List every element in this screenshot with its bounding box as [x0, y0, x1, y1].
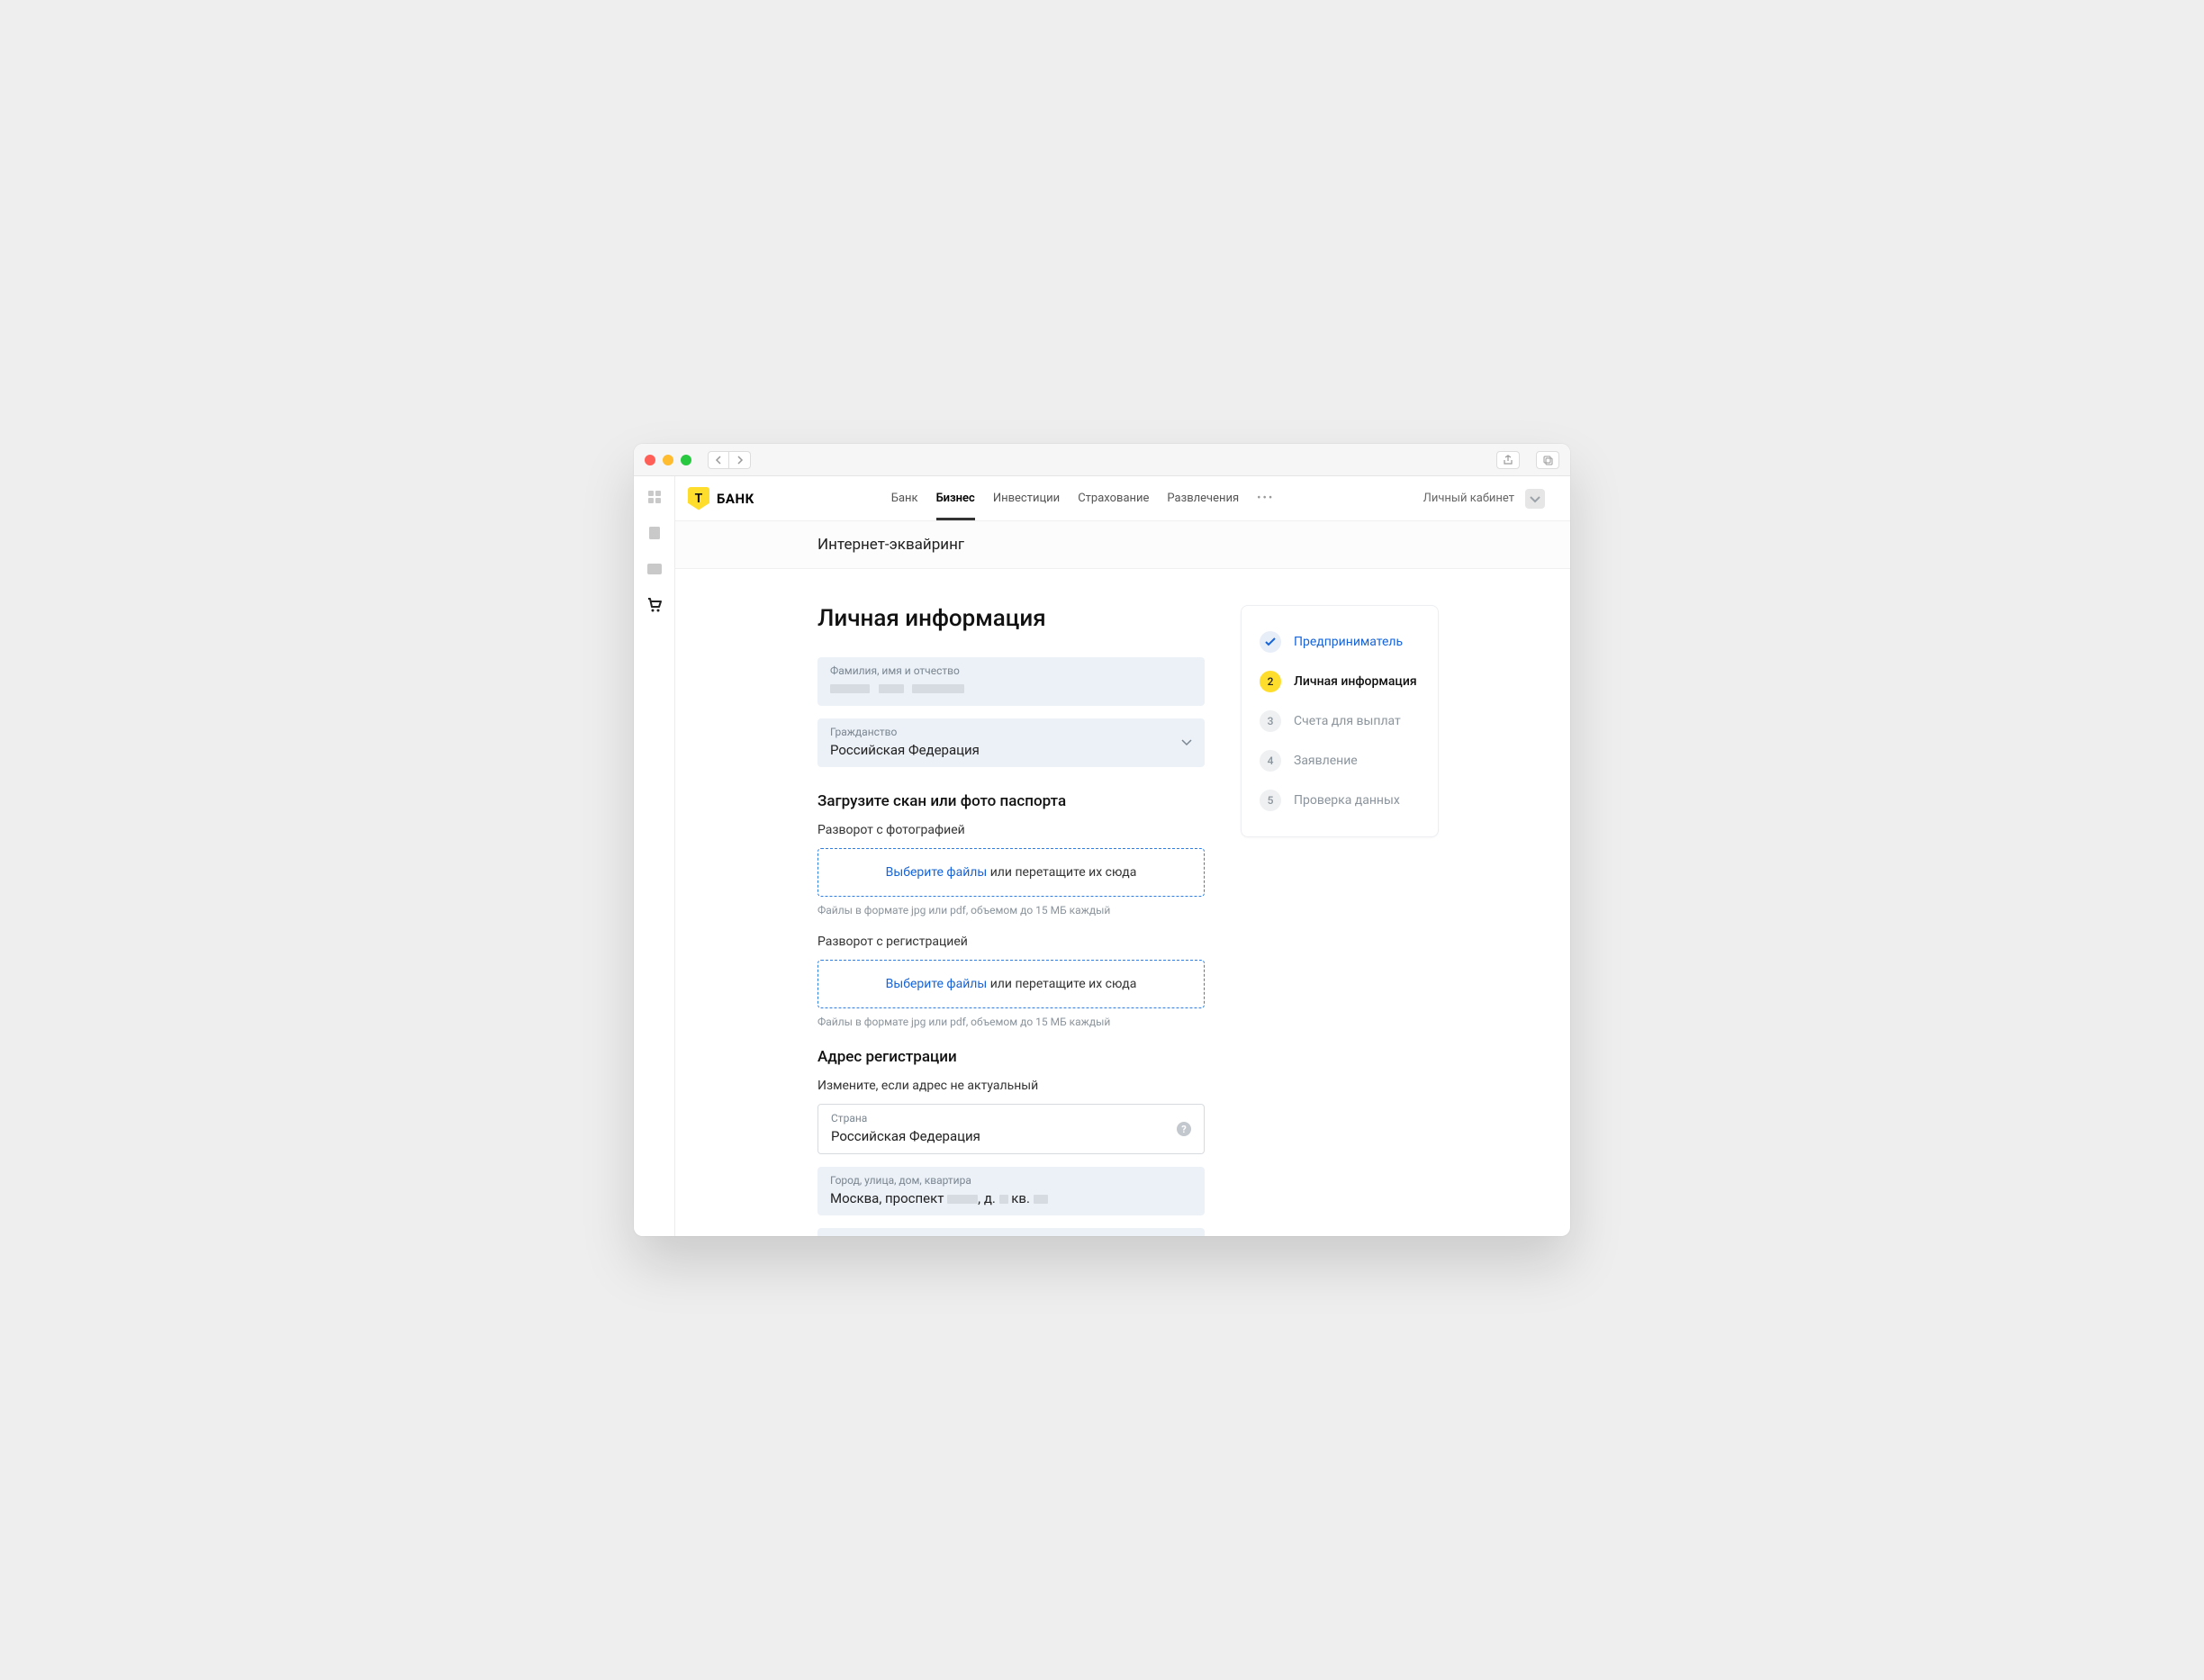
upload-photo-label: Разворот с фотографией: [817, 823, 1205, 837]
step-accounts[interactable]: 3 Счета для выплат: [1260, 701, 1420, 741]
upload-photo-dropzone[interactable]: Выберите файлы или перетащите их сюда: [817, 848, 1205, 897]
window-titlebar: [634, 444, 1570, 476]
step-done-icon: [1260, 631, 1281, 653]
address-section-title: Адрес регистрации: [817, 1048, 1205, 1066]
upload-reg-label: Разворот с регистрацией: [817, 935, 1205, 949]
index-label: Индекс: [830, 1235, 1192, 1236]
upload-reg-hint: Файлы в формате jpg или pdf, объемом до …: [817, 1016, 1205, 1028]
address-subtext: Измените, если адрес не актуальный: [817, 1079, 1205, 1093]
upload-reg-link: Выберите файлы: [886, 977, 988, 991]
country-value: Российская Федерация: [831, 1128, 980, 1144]
upload-photo-link: Выберите файлы: [886, 865, 988, 880]
forward-button[interactable]: [729, 451, 751, 469]
account-link[interactable]: Личный кабинет: [1423, 492, 1514, 505]
left-sidebar: [634, 476, 675, 1236]
page-title: Личная информация: [817, 605, 1205, 632]
logo-shield-icon: Т: [688, 487, 709, 510]
citizenship-select[interactable]: Гражданство Российская Федерация: [817, 718, 1205, 767]
upload-reg-dropzone[interactable]: Выберите файлы или перетащите их сюда: [817, 960, 1205, 1008]
tab-entertainment[interactable]: Развлечения: [1167, 477, 1239, 520]
fio-label: Фамилия, имя и отчество: [830, 664, 1192, 677]
tab-bank[interactable]: Банк: [891, 477, 918, 520]
chevron-down-icon: [1181, 739, 1192, 746]
step-application[interactable]: 4 Заявление: [1260, 741, 1420, 781]
upload-photo-hint: Файлы в формате jpg или pdf, объемом до …: [817, 904, 1205, 917]
index-field[interactable]: Индекс 120004: [817, 1228, 1205, 1236]
browser-nav-buttons: [708, 451, 751, 469]
browser-window: Т БАНК Банк Бизнес Инвестиции Страховани…: [634, 444, 1570, 1236]
upload-section-title: Загрузите скан или фото паспорта: [817, 792, 1205, 810]
window-controls: [645, 455, 691, 465]
tab-insurance[interactable]: Страхование: [1078, 477, 1149, 520]
street-label: Город, улица, дом, квартира: [830, 1174, 1192, 1187]
share-button[interactable]: [1496, 451, 1520, 469]
calculator-icon[interactable]: [646, 525, 663, 541]
back-button[interactable]: [708, 451, 729, 469]
dashboard-icon[interactable]: [646, 489, 663, 505]
country-label: Страна: [831, 1112, 1191, 1125]
main-tabs: Банк Бизнес Инвестиции Страхование Развл…: [891, 477, 1275, 520]
tab-business[interactable]: Бизнес: [936, 477, 975, 520]
cart-icon[interactable]: [646, 597, 663, 613]
step-verification[interactable]: 5 Проверка данных: [1260, 781, 1420, 820]
street-value: Москва, проспект , д. кв.: [830, 1190, 1048, 1206]
citizenship-label: Гражданство: [830, 726, 1192, 738]
user-menu-icon[interactable]: [1525, 489, 1545, 509]
street-field[interactable]: Город, улица, дом, квартира Москва, прос…: [817, 1167, 1205, 1215]
country-field[interactable]: Страна Российская Федерация ?: [817, 1104, 1205, 1154]
breadcrumb-subheader: Интернет-эквайринг: [675, 521, 1570, 569]
tab-investments[interactable]: Инвестиции: [993, 477, 1060, 520]
close-window-icon[interactable]: [645, 455, 655, 465]
fio-value: [830, 681, 970, 697]
site-header: Т БАНК Банк Бизнес Инвестиции Страховани…: [675, 476, 1570, 521]
step-personal-info[interactable]: 2 Личная информация: [1260, 662, 1420, 701]
step-entrepreneur[interactable]: Предприниматель: [1260, 622, 1420, 662]
logo-text: БАНК: [717, 491, 754, 507]
help-icon[interactable]: ?: [1177, 1122, 1191, 1136]
maximize-window-icon[interactable]: [681, 455, 691, 465]
citizenship-value: Российская Федерация: [830, 742, 980, 758]
wallet-icon[interactable]: [646, 561, 663, 577]
fio-field[interactable]: Фамилия, имя и отчество: [817, 657, 1205, 706]
tabs-button[interactable]: [1536, 451, 1559, 469]
site-logo[interactable]: Т БАНК: [688, 487, 754, 510]
minimize-window-icon[interactable]: [663, 455, 673, 465]
progress-steps: Предприниматель 2 Личная информация 3 Сч…: [1241, 605, 1439, 837]
tab-more[interactable]: •••: [1257, 477, 1274, 520]
